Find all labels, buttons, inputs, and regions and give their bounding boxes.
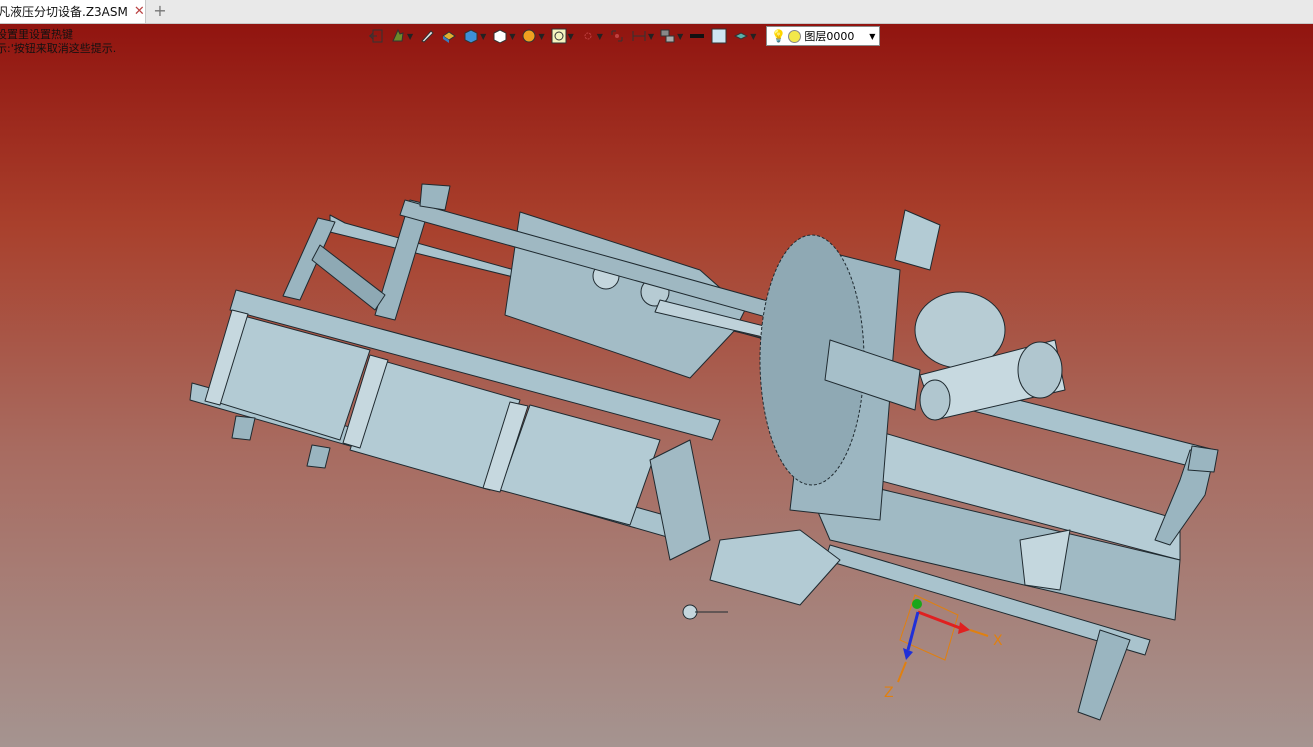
view-toolbar: ▼ ▼ ▼ ▼ ▼ ▼ ▼ ▼ ▼ 💡 图层0000 ▼ <box>368 25 881 47</box>
exit-button[interactable] <box>368 25 384 47</box>
feed-grate <box>649 439 711 561</box>
document-tab[interactable]: 凡液压分切设备.Z3ASM ✕ <box>0 0 146 23</box>
z-axis-ext <box>897 661 907 683</box>
layer-material-button[interactable]: ▼ <box>733 25 756 47</box>
assembly-icon <box>660 29 675 43</box>
layer-select-value: 图层0000 <box>804 30 855 43</box>
assembly-button[interactable]: ▼ <box>660 25 683 47</box>
pulley-small <box>919 379 951 421</box>
y-axis-icon <box>912 599 922 609</box>
sketch-button[interactable]: ▼ <box>390 25 413 47</box>
x-axis-arrow-icon <box>958 622 970 634</box>
new-tab-icon[interactable]: + <box>152 1 168 20</box>
axis-triad: X Z <box>884 594 1003 701</box>
box-button[interactable]: ▼ <box>463 25 486 47</box>
chevron-down-icon: ▼ <box>509 31 516 41</box>
3d-viewport[interactable]: X Z <box>0 0 1313 747</box>
chevron-down-icon: ▼ <box>480 31 487 41</box>
shape-icon <box>442 31 457 43</box>
pick-button[interactable]: ▼ <box>580 25 603 47</box>
view-cube-icon <box>493 29 507 44</box>
lightbulb-icon: 💡 <box>771 29 787 43</box>
chevron-down-icon: ▼ <box>596 31 603 41</box>
zoom-button[interactable]: ▼ <box>551 25 574 47</box>
motor-exhaust <box>894 209 941 271</box>
bed-panel-3 <box>499 404 661 526</box>
pen-icon <box>421 30 434 43</box>
hint-line-1: 设置里设置热键 <box>0 28 73 41</box>
document-tab-bar: 凡液压分切设备.Z3ASM ✕ + <box>0 0 1313 24</box>
zoom-icon <box>551 28 567 44</box>
dropdown-arrow-icon: ▼ <box>869 31 876 41</box>
hint-line-2: 示:'按钮来取消这些提示. <box>0 42 117 55</box>
face-color-icon <box>711 28 727 44</box>
hand-wheel <box>682 604 698 620</box>
line-color-icon <box>690 34 705 38</box>
x-axis-icon <box>917 610 961 630</box>
chevron-down-icon: ▼ <box>538 31 545 41</box>
document-tab-title: 凡液压分切设备.Z3ASM <box>0 5 128 19</box>
shape-button[interactable] <box>441 25 457 47</box>
dimension-button[interactable]: ▼ <box>631 25 654 47</box>
layer-material-icon <box>734 32 749 40</box>
chevron-down-icon: ▼ <box>677 31 684 41</box>
chevron-down-icon: ▼ <box>750 31 757 41</box>
layer-select[interactable]: 💡 图层0000 ▼ <box>766 26 881 46</box>
view-cube-button[interactable]: ▼ <box>492 25 515 47</box>
pick-icon <box>584 32 592 40</box>
exit-icon <box>369 29 383 43</box>
z-axis-icon <box>906 611 920 651</box>
foot-2 <box>306 444 331 469</box>
right-leg <box>1077 629 1131 721</box>
section-icon <box>611 30 623 42</box>
foot-4 <box>1187 445 1219 473</box>
render-icon <box>522 29 536 43</box>
x-axis-label: X <box>993 633 1003 649</box>
dimension-icon <box>632 31 646 41</box>
close-tab-icon[interactable]: ✕ <box>134 4 145 19</box>
discharge-chute <box>709 529 841 606</box>
z-axis-label: Z <box>884 685 894 701</box>
pen-button[interactable] <box>419 25 435 47</box>
line-color-button[interactable] <box>689 25 705 47</box>
sketch-icon <box>392 28 404 42</box>
pulley-large <box>1017 341 1063 399</box>
chevron-down-icon: ▼ <box>567 31 574 41</box>
frame-brace <box>311 244 386 311</box>
layer-color-icon <box>788 29 802 43</box>
box-icon <box>464 29 478 44</box>
hint-text: 设置里设置热键 示:'按钮来取消这些提示. <box>0 28 116 56</box>
section-button[interactable] <box>609 25 625 47</box>
foot-1 <box>231 415 256 441</box>
chevron-down-icon: ▼ <box>647 31 655 41</box>
face-color-button[interactable] <box>711 25 727 47</box>
x-axis-ext <box>969 629 989 637</box>
foot-3 <box>419 183 451 211</box>
chevron-down-icon: ▼ <box>407 31 414 41</box>
render-button[interactable]: ▼ <box>521 25 545 47</box>
triad-box <box>899 594 959 661</box>
